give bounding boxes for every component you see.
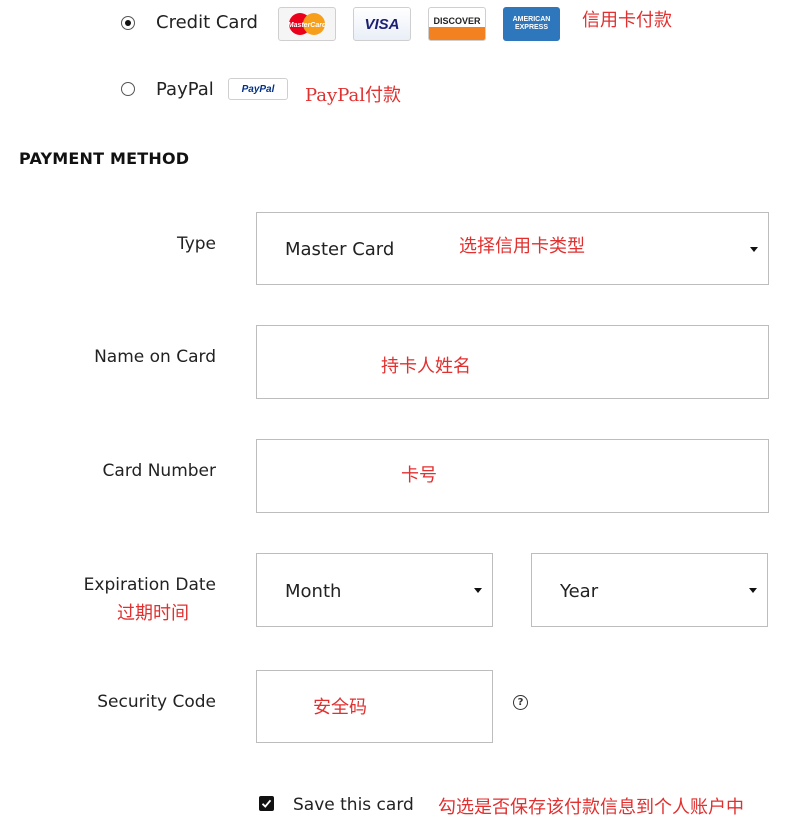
chevron-down-icon xyxy=(749,588,757,593)
paypal-radio[interactable] xyxy=(121,82,135,96)
paypal-label[interactable]: PayPal xyxy=(156,79,214,100)
paypal-logo: PayPal xyxy=(228,78,288,100)
expiration-date-label: Expiration Date xyxy=(83,575,216,595)
visa-logo-text: VISA xyxy=(364,15,400,33)
mastercard-logo: MasterCard xyxy=(278,7,336,41)
card-number-label: Card Number xyxy=(102,461,216,481)
credit-card-label[interactable]: Credit Card xyxy=(156,12,258,33)
paypal-annotation: PayPal付款 xyxy=(305,85,401,106)
type-label: Type xyxy=(176,234,216,254)
year-select-value: Year xyxy=(560,581,599,602)
expiration-annotation: 过期时间 xyxy=(117,603,189,624)
discover-logo: DISCOVER xyxy=(428,7,486,41)
question-circle-icon[interactable]: ? xyxy=(513,695,528,710)
save-card-label[interactable]: Save this card xyxy=(293,795,414,815)
amex-logo-line2: EXPRESS xyxy=(514,24,549,31)
section-title: PAYMENT METHOD xyxy=(19,149,190,168)
name-on-card-input[interactable] xyxy=(256,325,769,399)
visa-logo: VISA xyxy=(353,7,411,41)
discover-logo-text: DISCOVER xyxy=(433,16,481,26)
credit-card-annotation: 信用卡付款 xyxy=(582,10,672,31)
card-number-annotation: 卡号 xyxy=(401,465,437,486)
paypal-logo-text: PayPal xyxy=(241,83,275,95)
expiration-month-select[interactable]: Month xyxy=(256,553,493,627)
security-code-annotation: 安全码 xyxy=(313,697,367,718)
save-card-checkbox[interactable] xyxy=(259,796,274,811)
chevron-down-icon xyxy=(750,247,758,252)
name-on-card-label: Name on Card xyxy=(94,347,216,367)
name-on-card-annotation: 持卡人姓名 xyxy=(381,356,471,377)
month-select-value: Month xyxy=(285,581,342,602)
security-code-label: Security Code xyxy=(97,692,216,712)
checkmark-icon xyxy=(261,799,272,808)
credit-card-radio[interactable] xyxy=(121,16,135,30)
amex-logo: AMERICAN EXPRESS xyxy=(503,7,560,41)
type-annotation: 选择信用卡类型 xyxy=(459,236,585,257)
card-number-input[interactable] xyxy=(256,439,769,513)
expiration-year-select[interactable]: Year xyxy=(531,553,768,627)
radio-selected-dot xyxy=(125,20,131,26)
amex-logo-line1: AMERICAN xyxy=(512,16,551,23)
type-select-value: Master Card xyxy=(285,239,395,260)
save-card-annotation: 勾选是否保存该付款信息到个人账户中 xyxy=(438,797,744,818)
security-code-input[interactable] xyxy=(256,670,493,743)
mastercard-logo-text: MasterCard xyxy=(288,22,327,29)
chevron-down-icon xyxy=(474,588,482,593)
